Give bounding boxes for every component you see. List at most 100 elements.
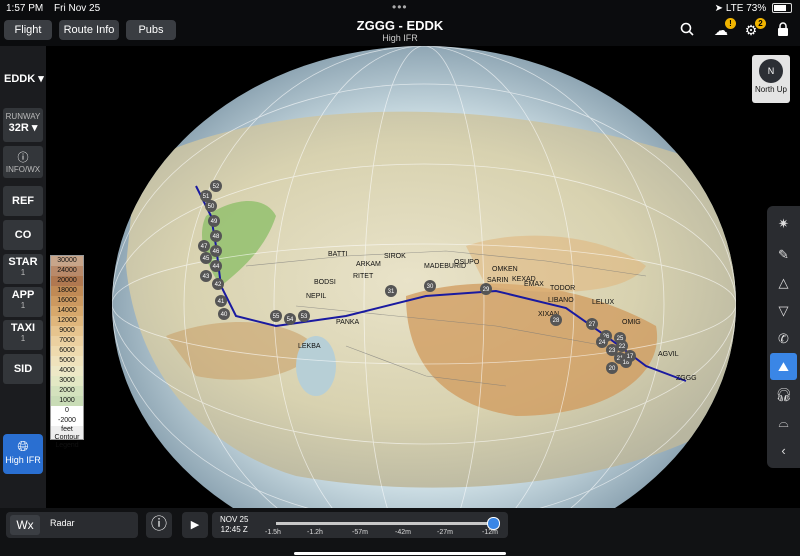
sun-icon[interactable]: ✷ <box>770 210 797 237</box>
waypoint-label: RITET <box>353 273 374 280</box>
weather-alert-icon[interactable]: ☁! <box>712 18 736 40</box>
timeline-tick: -12m <box>482 529 498 536</box>
route-marker-label: 24 <box>599 340 606 346</box>
gear-icon[interactable]: ⚙ 2 <box>742 18 766 40</box>
headphones-icon[interactable]: 🎧︎ <box>770 381 797 408</box>
route-info-button[interactable]: Route Info <box>59 20 119 40</box>
terrain-icon[interactable]: ⛰ <box>770 353 797 380</box>
bottom-bar: Wx Radar ⓘ ▶ NOV 25 12:45 Z -1.5h -1.2h … <box>0 508 800 556</box>
dome-icon[interactable]: ⌓ <box>770 409 797 436</box>
waypoint-label: OMKEN <box>492 266 518 273</box>
co-button[interactable]: CO <box>3 220 43 250</box>
route-marker-label: 30 <box>427 284 434 290</box>
waypoint-label: SIROK <box>384 253 406 260</box>
route-name: ZGGG - EDDK <box>356 18 444 33</box>
route-marker-label: 45 <box>203 256 210 262</box>
airport-selector[interactable]: EDDK ▾ <box>4 72 44 85</box>
waypoint-label: LEKBA <box>298 343 321 350</box>
north-up-label: North Up <box>754 85 787 94</box>
top-nav-bar: Flight Route Info Pubs ZGGG - EDDK High … <box>0 16 800 44</box>
globe-icon: 🌐︎ <box>17 438 29 454</box>
waypoint-label: LIBANO <box>548 297 574 304</box>
date: Fri Nov 25 <box>54 3 101 14</box>
play-icon[interactable]: ▶ <box>182 512 208 538</box>
star-button[interactable]: STAR 1 <box>3 254 43 284</box>
wx-button[interactable]: Wx <box>10 515 40 535</box>
legend-row: 30000 <box>51 256 83 266</box>
legend-row: 24000 <box>51 266 83 276</box>
settings-badge: 2 <box>755 18 766 29</box>
high-ifr-label: High IFR <box>5 455 41 465</box>
legend-row: 5000 <box>51 356 83 366</box>
taxi-count: 1 <box>20 334 26 343</box>
legend-unit: feet <box>61 426 73 433</box>
timestamp: NOV 25 12:45 Z <box>220 515 248 535</box>
route-marker-label: 23 <box>609 348 616 354</box>
weather-control: Wx Radar <box>6 512 138 538</box>
route-marker-label: 51 <box>203 194 210 200</box>
route-marker-label: 44 <box>213 264 220 270</box>
legend-row: 14000 <box>51 306 83 316</box>
flight-button[interactable]: Flight <box>4 20 52 40</box>
taxi-button[interactable]: TAXI 1 <box>3 320 43 350</box>
route-marker-label: 52 <box>213 184 220 190</box>
inverted-triangle-icon[interactable]: ▽ <box>770 297 797 324</box>
waypoint-label: SARIN <box>487 277 508 284</box>
app-button[interactable]: APP 1 <box>3 287 43 317</box>
chevron-left-icon[interactable]: ‹ <box>770 437 797 464</box>
route-marker-label: 31 <box>388 289 395 295</box>
waypoint-label: NEPIL <box>306 293 326 300</box>
multitask-dots[interactable]: ••• <box>392 0 408 14</box>
route-marker-label: 27 <box>589 322 596 328</box>
compass-icon: N <box>759 59 783 83</box>
route-marker-label: 41 <box>218 299 225 305</box>
route-marker-label: 40 <box>221 312 228 318</box>
legend-row: -2000 <box>51 416 83 426</box>
timeline-tick: -42m <box>395 529 411 536</box>
legend-row: 1000 <box>51 396 83 406</box>
search-icon[interactable] <box>678 22 696 40</box>
ref-button[interactable]: REF <box>3 186 43 216</box>
radar-timeline[interactable]: NOV 25 12:45 Z -1.5h -1.2h -57m -42m -27… <box>212 512 508 538</box>
runway-label: RUNWAY <box>5 112 41 121</box>
legend-row: 16000 <box>51 296 83 306</box>
route-marker-label: 50 <box>208 204 215 210</box>
pencil-icon[interactable]: ✎ <box>770 241 797 268</box>
route-marker-label: 49 <box>211 219 218 225</box>
legend-row: 12000 <box>51 316 83 326</box>
layer-subtitle: High IFR <box>382 33 418 43</box>
battery-icon <box>772 3 792 14</box>
timeline-date: NOV 25 <box>220 515 249 524</box>
legend-row: 18000 <box>51 286 83 296</box>
route-marker-label: 20 <box>609 366 616 372</box>
waypoint-label: LELUX <box>592 299 615 306</box>
sid-button[interactable]: SID <box>3 354 43 384</box>
triangle-icon[interactable]: △ <box>770 269 797 296</box>
waypoint-label: TODOR <box>550 285 575 292</box>
phone-icon[interactable]: ✆ <box>770 325 797 352</box>
lock-icon[interactable] <box>774 22 792 40</box>
north-up-button[interactable]: N North Up <box>752 55 790 103</box>
legend-row: 9000 <box>51 326 83 336</box>
info-icon[interactable]: ⓘ <box>146 512 172 538</box>
legend-row: 3000 <box>51 376 83 386</box>
app-count: 1 <box>20 301 26 310</box>
waypoint-label: PANKA <box>336 319 360 326</box>
waypoint-label: AGVIL <box>658 351 679 358</box>
globe-map[interactable]: BATTI ARKAM SIROK MADEBURID OSUPO OMKEN … <box>46 46 800 508</box>
info-wx-button[interactable]: ⓘ INFO/WX <box>3 146 43 178</box>
runway-selector[interactable]: RUNWAY 32R ▾ <box>3 108 43 142</box>
legend-row: 2000 <box>51 386 83 396</box>
waypoint-label: ARKAM <box>356 261 381 268</box>
pubs-button[interactable]: Pubs <box>126 20 176 40</box>
runway-value: 32R ▾ <box>8 122 38 134</box>
waypoint-label: EMAX <box>524 281 544 288</box>
timeline-track[interactable] <box>276 522 492 525</box>
home-indicator[interactable] <box>294 552 506 555</box>
high-ifr-layer-button[interactable]: 🌐︎ High IFR <box>3 434 43 474</box>
status-bar: 1:57 PM Fri Nov 25 ••• ➤ LTE 73% <box>0 0 800 16</box>
timeline-zulu: 12:45 Z <box>220 525 248 534</box>
timeline-tick: -1.5h <box>265 529 281 536</box>
waypoint-label: ZGGG <box>676 375 697 382</box>
legend-row: 20000 <box>51 276 83 286</box>
